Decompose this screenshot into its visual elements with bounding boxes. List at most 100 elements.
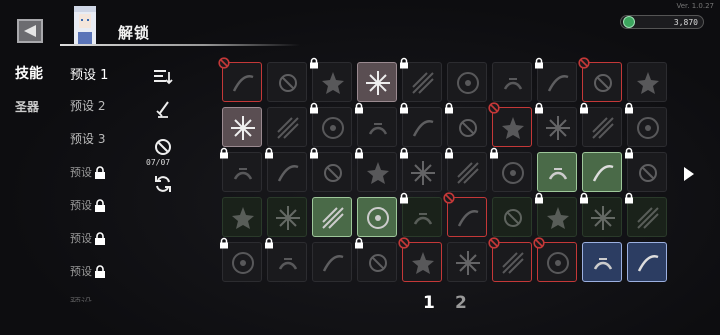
skill-icon — [457, 72, 479, 94]
preset-4[interactable]: 预设 — [70, 164, 106, 180]
skill-slot[interactable] — [537, 152, 577, 192]
lock-icon — [625, 102, 633, 114]
skill-slot[interactable] — [492, 197, 532, 237]
skill-slot[interactable] — [222, 107, 262, 147]
lock-icon — [95, 165, 105, 179]
skill-icon — [637, 117, 659, 139]
skill-slot[interactable] — [267, 197, 307, 237]
skill-slot[interactable] — [312, 242, 352, 282]
skill-slot[interactable] — [267, 62, 307, 102]
refresh-button[interactable] — [149, 174, 177, 194]
skill-icon — [232, 207, 254, 229]
banned-icon — [488, 102, 500, 114]
next-page-arrow[interactable] — [683, 166, 695, 182]
equip-button[interactable] — [149, 100, 177, 120]
skill-slot[interactable] — [580, 102, 622, 147]
lock-icon — [535, 57, 543, 69]
skill-slot[interactable] — [535, 192, 577, 237]
skill-slot[interactable] — [398, 237, 442, 282]
lock-icon — [220, 237, 228, 249]
skill-slot[interactable] — [445, 102, 487, 147]
preset-6[interactable]: 预设 — [70, 230, 106, 246]
preset-3[interactable]: 预设 3 — [70, 130, 105, 147]
skill-slot[interactable] — [535, 102, 577, 147]
back-button[interactable] — [17, 19, 43, 43]
tab-relics[interactable]: 圣器 — [15, 98, 39, 115]
sword-icon — [156, 101, 169, 118]
preset-1[interactable]: 预设 1 — [70, 64, 108, 83]
skill-slot[interactable] — [492, 62, 532, 102]
lock-icon — [355, 147, 363, 159]
preset-7[interactable]: 预设 — [70, 263, 106, 279]
skill-slot[interactable] — [582, 242, 622, 282]
skill-icon — [368, 123, 388, 135]
skill-slot[interactable] — [535, 57, 577, 102]
skill-slot[interactable] — [625, 192, 667, 237]
lock-icon — [220, 147, 228, 159]
skill-slot[interactable] — [625, 147, 667, 192]
tab-skills[interactable]: 技能 — [15, 63, 43, 83]
skill-slot[interactable] — [582, 152, 622, 192]
skill-slot[interactable] — [357, 197, 397, 237]
skill-slot[interactable] — [218, 57, 262, 102]
ban-count: 07/07 — [146, 158, 171, 167]
skill-slot[interactable] — [445, 147, 487, 192]
skill-icon — [277, 117, 299, 139]
skill-slot[interactable] — [310, 102, 352, 147]
skill-icon — [591, 206, 615, 230]
lock-icon — [310, 147, 318, 159]
skill-icon — [412, 72, 434, 94]
skill-slot[interactable] — [355, 237, 397, 282]
lock-icon — [95, 231, 105, 245]
skill-slot[interactable] — [222, 197, 262, 237]
page-title: 解锁 — [118, 24, 151, 42]
skill-slot[interactable] — [627, 242, 667, 282]
skill-icon — [592, 117, 614, 139]
skill-icon — [639, 164, 657, 182]
lock-icon — [265, 237, 273, 249]
skill-slot[interactable] — [265, 147, 307, 192]
skill-icon — [366, 71, 390, 95]
skill-slot[interactable] — [310, 57, 352, 102]
skill-slot[interactable] — [488, 102, 532, 147]
preset-5[interactable]: 预设 — [70, 197, 106, 213]
skill-slot[interactable] — [357, 62, 397, 102]
skill-slot[interactable] — [400, 57, 442, 102]
skill-icon — [278, 258, 298, 270]
page-1-button[interactable]: 1 — [423, 293, 435, 313]
skill-slot[interactable] — [533, 237, 577, 282]
skill-slot[interactable] — [580, 192, 622, 237]
refresh-icon — [155, 176, 171, 192]
skill-slot[interactable] — [443, 192, 487, 237]
skill-slot[interactable] — [265, 237, 307, 282]
skill-slot[interactable] — [627, 62, 667, 102]
skill-slot[interactable] — [310, 147, 352, 192]
skill-slot[interactable] — [355, 102, 397, 147]
skill-slot[interactable] — [400, 147, 442, 192]
skill-slot[interactable] — [400, 192, 442, 237]
lock-icon — [355, 102, 363, 114]
sort-button[interactable] — [149, 68, 177, 86]
skill-icon — [593, 258, 613, 270]
skill-slot[interactable] — [355, 147, 397, 192]
skill-slot[interactable] — [400, 102, 442, 147]
skill-slot[interactable] — [220, 237, 262, 282]
preset-8[interactable]: 预设 — [70, 294, 92, 302]
lock-icon — [95, 198, 105, 212]
skill-icon — [547, 252, 569, 274]
skill-slot[interactable] — [267, 107, 307, 147]
skill-slot[interactable] — [625, 102, 667, 147]
lock-icon — [400, 57, 408, 69]
skill-slot[interactable] — [578, 57, 622, 102]
skill-slot[interactable] — [490, 147, 532, 192]
skill-slot[interactable] — [312, 197, 352, 237]
ban-button[interactable] — [149, 138, 177, 156]
skill-slot[interactable] — [447, 62, 487, 102]
page-2-button[interactable]: 2 — [455, 293, 467, 313]
preset-2[interactable]: 预设 2 — [70, 97, 105, 114]
skill-slot[interactable] — [220, 147, 262, 192]
skill-slot[interactable] — [488, 237, 532, 282]
skill-slot[interactable] — [447, 242, 487, 282]
preset-label: 预设 — [70, 199, 92, 212]
skill-icon — [233, 168, 253, 180]
